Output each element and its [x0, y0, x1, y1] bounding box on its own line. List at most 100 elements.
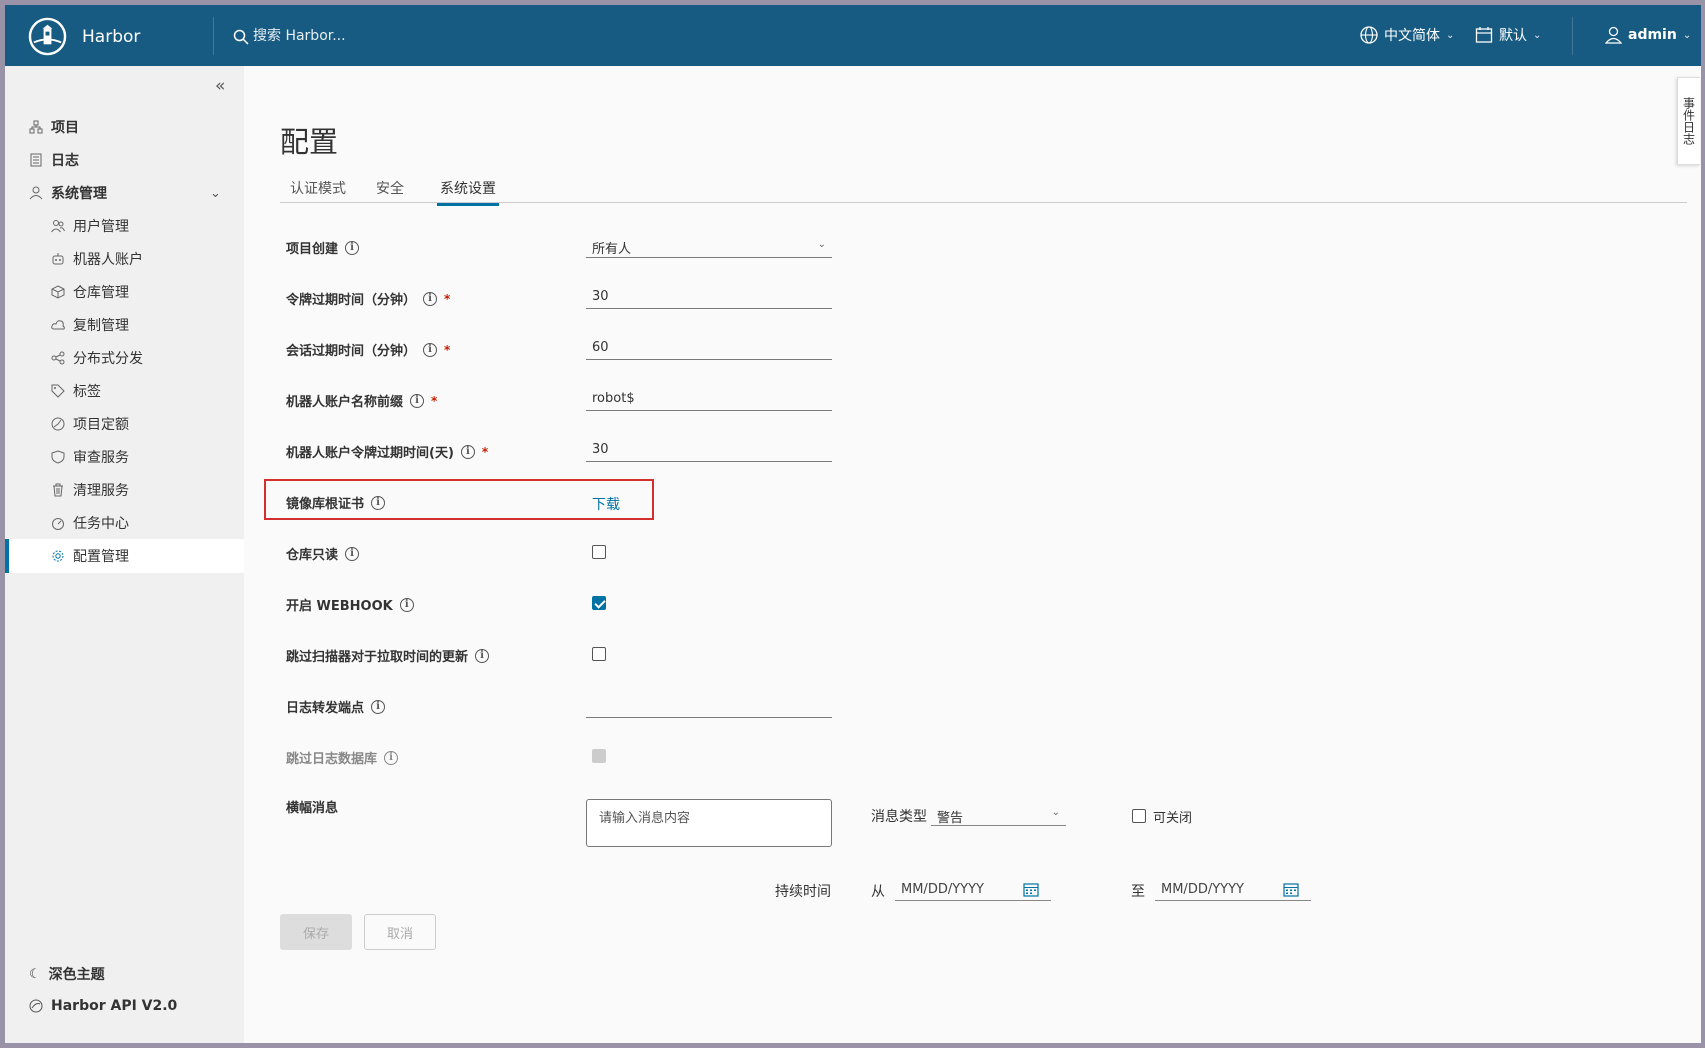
- info-icon[interactable]: i: [423, 291, 438, 306]
- from-date-input[interactable]: MM/DD/YYYY: [895, 879, 1051, 901]
- harbor-logo-icon[interactable]: [28, 17, 67, 56]
- globe-icon: [1360, 26, 1378, 44]
- input-value: 30: [592, 289, 609, 304]
- tag-icon: [51, 384, 65, 398]
- cancel-button[interactable]: 取消: [364, 914, 436, 950]
- sidebar-item-configuration[interactable]: 配置管理: [5, 539, 244, 573]
- chevron-down-icon: ⌄: [817, 239, 826, 250]
- info-icon[interactable]: i: [345, 546, 360, 561]
- save-button[interactable]: 保存: [280, 914, 352, 950]
- date-placeholder: MM/DD/YYYY: [1161, 882, 1244, 897]
- tab-security[interactable]: 安全: [376, 178, 404, 203]
- project-creation-select[interactable]: 所有人 ⌄: [586, 235, 832, 258]
- skip-log-db-checkbox: [592, 749, 606, 763]
- duration-label: 持续时间: [775, 884, 831, 900]
- chevron-down-icon: ⌄: [1682, 29, 1692, 41]
- webhook-checkbox[interactable]: [592, 596, 606, 610]
- sidebar-item-label: 系统管理: [51, 186, 107, 202]
- banner-message-textarea[interactable]: 请输入消息内容: [586, 799, 832, 847]
- dark-theme-toggle[interactable]: ☾ 深色主题: [29, 964, 105, 984]
- message-type-select[interactable]: 警告 ⌄: [931, 804, 1066, 826]
- sidebar-item-logs[interactable]: 日志: [5, 143, 244, 177]
- required-marker: *: [444, 342, 451, 357]
- info-icon[interactable]: i: [410, 393, 425, 408]
- sidebar-item-registries[interactable]: 仓库管理: [5, 275, 244, 309]
- label-text: 令牌过期时间（分钟）: [286, 293, 417, 308]
- sidebar-item-job-center[interactable]: 任务中心: [5, 506, 244, 540]
- calendar-icon[interactable]: [1283, 882, 1299, 897]
- sidebar: « 项目 日志 系统管理 ⌄ 用户管理 机器人账户 仓库管理 复制管理 分布式分…: [5, 66, 244, 1043]
- log-endpoint-input[interactable]: [586, 695, 832, 718]
- robot-token-expiry-input[interactable]: 30: [586, 439, 832, 462]
- info-icon[interactable]: i: [371, 495, 386, 510]
- label-text: 跳过日志数据库: [286, 752, 378, 767]
- dashboard-icon: [52, 518, 64, 530]
- logs-icon: [30, 153, 42, 167]
- session-expiry-input[interactable]: 60: [586, 337, 832, 360]
- sidebar-item-replications[interactable]: 复制管理: [5, 308, 244, 342]
- replication-icon: [51, 320, 65, 330]
- calendar-icon[interactable]: [1023, 882, 1039, 897]
- info-icon[interactable]: i: [345, 240, 360, 255]
- event-log-tab[interactable]: 事件日志: [1677, 77, 1700, 165]
- label-text: 镜像库根证书: [286, 497, 365, 512]
- sidebar-item-interrogation[interactable]: 审查服务: [5, 440, 244, 474]
- sidebar-item-projects[interactable]: 项目: [5, 110, 244, 144]
- top-header: Harbor 中文简体 ⌄ 默认: [5, 5, 1701, 66]
- info-icon[interactable]: i: [423, 342, 438, 357]
- chevron-down-icon: ⌄: [1051, 807, 1060, 818]
- info-icon[interactable]: i: [475, 648, 490, 663]
- brand-name[interactable]: Harbor: [82, 27, 140, 47]
- tab-auth-mode[interactable]: 认证模式: [290, 178, 346, 203]
- sidebar-item-label: 复制管理: [73, 318, 129, 334]
- api-explorer-link[interactable]: Harbor API V2.0: [29, 998, 177, 1014]
- info-icon[interactable]: i: [384, 750, 399, 765]
- sidebar-item-system-admin[interactable]: 系统管理 ⌄: [5, 176, 244, 210]
- skip-scanner-label: 跳过扫描器对于拉取时间的更新 i: [286, 646, 490, 665]
- language-selector[interactable]: 中文简体 ⌄: [1360, 23, 1454, 47]
- sidebar-item-users[interactable]: 用户管理: [5, 209, 244, 243]
- input-value: 30: [592, 442, 609, 457]
- closable-checkbox[interactable]: [1132, 809, 1146, 823]
- robot-prefix-input[interactable]: robot$: [586, 388, 832, 411]
- info-icon[interactable]: i: [460, 444, 475, 459]
- sidebar-item-label: 用户管理: [73, 219, 129, 235]
- sidebar-item-label: 标签: [73, 384, 101, 400]
- sidebar-item-project-quotas[interactable]: 项目定额: [5, 407, 244, 441]
- search-input[interactable]: [253, 26, 463, 46]
- sidebar-item-robot-accounts[interactable]: 机器人账户: [5, 242, 244, 276]
- sidebar-item-labels[interactable]: 标签: [5, 374, 244, 408]
- sidebar-item-cleanup[interactable]: 清理服务: [5, 473, 244, 507]
- chevron-down-icon[interactable]: ⌄: [210, 186, 221, 201]
- message-type-label: 消息类型: [871, 809, 927, 825]
- download-cert-link[interactable]: 下载: [592, 494, 620, 514]
- tab-system-settings[interactable]: 系统设置: [437, 178, 499, 206]
- project-creation-label: 项目创建 i: [286, 238, 360, 257]
- info-icon[interactable]: i: [371, 699, 386, 714]
- label-text: 开启 WEBHOOK: [286, 599, 393, 614]
- header-divider: [1572, 17, 1573, 55]
- label-text: 横幅消息: [286, 801, 339, 816]
- datetime-format-selector[interactable]: 默认 ⌄: [1475, 23, 1541, 47]
- to-date-input[interactable]: MM/DD/YYYY: [1155, 879, 1311, 901]
- date-placeholder: MM/DD/YYYY: [901, 882, 984, 897]
- select-value: 所有人: [592, 242, 632, 257]
- readonly-checkbox[interactable]: [592, 545, 606, 559]
- user-menu[interactable]: admin ⌄: [1605, 23, 1691, 47]
- root-cert-label: 镜像库根证书 i: [286, 493, 386, 512]
- banner-label: 横幅消息: [286, 797, 338, 816]
- readonly-label: 仓库只读 i: [286, 544, 360, 563]
- global-search[interactable]: [233, 26, 473, 48]
- skip-scanner-checkbox[interactable]: [592, 647, 606, 661]
- sidebar-item-distribution[interactable]: 分布式分发: [5, 341, 244, 375]
- distribution-icon: [51, 351, 65, 365]
- collapse-sidebar-icon[interactable]: «: [215, 76, 225, 96]
- token-expiry-input[interactable]: 30: [586, 286, 832, 309]
- label-text: 仓库只读: [286, 548, 339, 563]
- info-icon[interactable]: i: [399, 597, 414, 612]
- select-value: 警告: [937, 811, 964, 826]
- trash-icon: [53, 483, 63, 497]
- required-marker: *: [431, 393, 438, 408]
- schedule-label: 默认: [1499, 28, 1527, 44]
- sidebar-item-label: 审查服务: [73, 450, 129, 466]
